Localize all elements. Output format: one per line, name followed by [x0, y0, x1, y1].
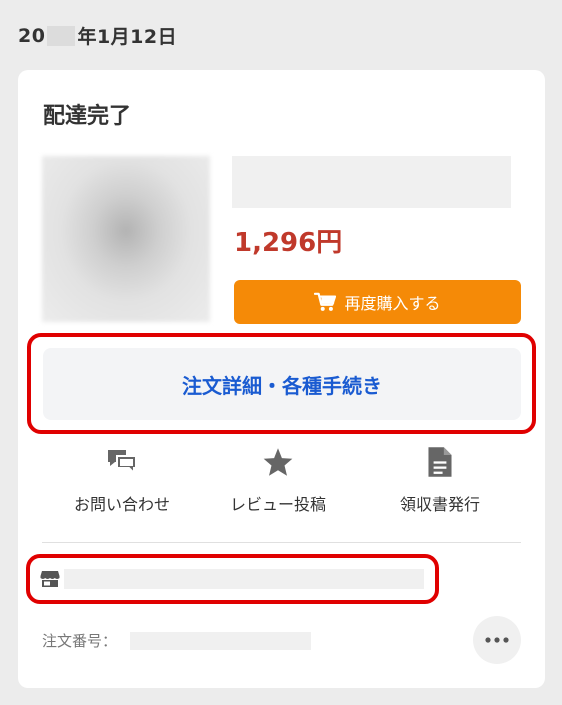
- review-label: レビュー投稿: [229, 495, 326, 514]
- delivery-status: 配達完了: [43, 104, 132, 129]
- order-details-label: 注文詳細・各種手続き: [182, 373, 382, 398]
- shop-name-redaction[interactable]: [64, 569, 424, 589]
- date-redaction: [47, 25, 76, 46]
- rebuy-button[interactable]: 再度購入する: [234, 280, 521, 324]
- divider: [42, 542, 521, 543]
- order-date: 20 年1月12日: [18, 22, 177, 49]
- product-price: 1,296円: [234, 228, 343, 258]
- more-dots-icon: [485, 637, 509, 643]
- document-icon: [423, 445, 457, 479]
- order-number-label: 注文番号：: [42, 632, 118, 650]
- order-date-suffix: 年1月12日: [77, 26, 178, 48]
- contact-label: お問い合わせ: [73, 495, 170, 514]
- product-image[interactable]: [42, 156, 210, 322]
- store-icon: [40, 571, 60, 587]
- order-date-prefix: 20: [18, 24, 46, 47]
- order-card: 配達完了 1,296円 再度購入する 注文詳細・各種手続き お問い合わせ レビュ…: [18, 70, 545, 688]
- cart-icon: [314, 292, 337, 311]
- order-details-button[interactable]: 注文詳細・各種手続き: [43, 348, 521, 420]
- rebuy-label: 再度購入する: [344, 294, 441, 313]
- receipt-button[interactable]: 領収書発行: [365, 445, 515, 515]
- review-button[interactable]: レビュー投稿: [203, 445, 353, 515]
- star-icon: [261, 445, 295, 479]
- product-name-redaction[interactable]: [232, 156, 511, 208]
- contact-button[interactable]: お問い合わせ: [47, 445, 197, 515]
- chat-bubbles-icon: [105, 445, 139, 479]
- receipt-label: 領収書発行: [399, 495, 480, 514]
- more-button[interactable]: [473, 616, 521, 664]
- order-number-redaction: [130, 632, 311, 650]
